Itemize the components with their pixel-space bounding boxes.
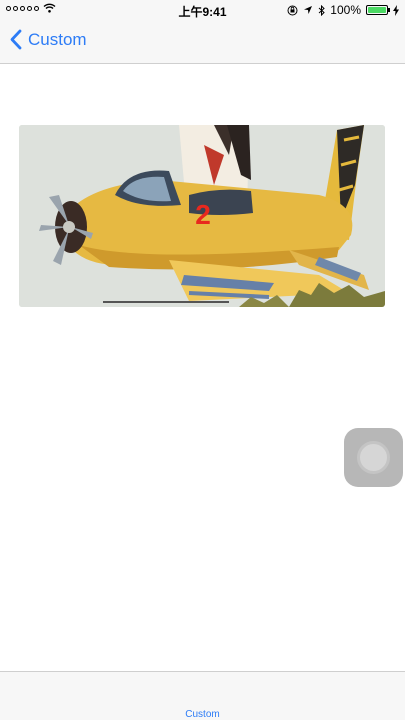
assistive-touch-button[interactable] — [344, 428, 403, 487]
status-bar: 上午9:41 100% — [0, 0, 405, 20]
navigation-bar: Custom — [0, 20, 405, 64]
assistive-touch-ring-icon — [357, 441, 390, 474]
back-button-label: Custom — [28, 29, 87, 49]
page-indicator-line — [103, 301, 229, 303]
chevron-left-icon — [10, 29, 22, 50]
bluetooth-icon — [318, 4, 326, 16]
page-number-label: 2 — [195, 199, 211, 230]
screen: 上午9:41 100% Custom 2 Custom — [0, 0, 405, 720]
battery-percent: 100% — [330, 3, 361, 17]
battery-fill — [368, 7, 386, 13]
charging-bolt-icon — [393, 4, 399, 16]
tab-custom[interactable]: Custom — [0, 709, 405, 720]
location-arrow-icon — [304, 6, 313, 14]
status-right: 100% — [287, 3, 399, 17]
back-button[interactable]: Custom — [10, 29, 87, 50]
orientation-lock-icon — [287, 5, 298, 15]
battery-icon — [366, 5, 390, 15]
tab-bar: Custom — [0, 671, 405, 720]
banner-carousel[interactable]: 2 — [19, 125, 385, 307]
